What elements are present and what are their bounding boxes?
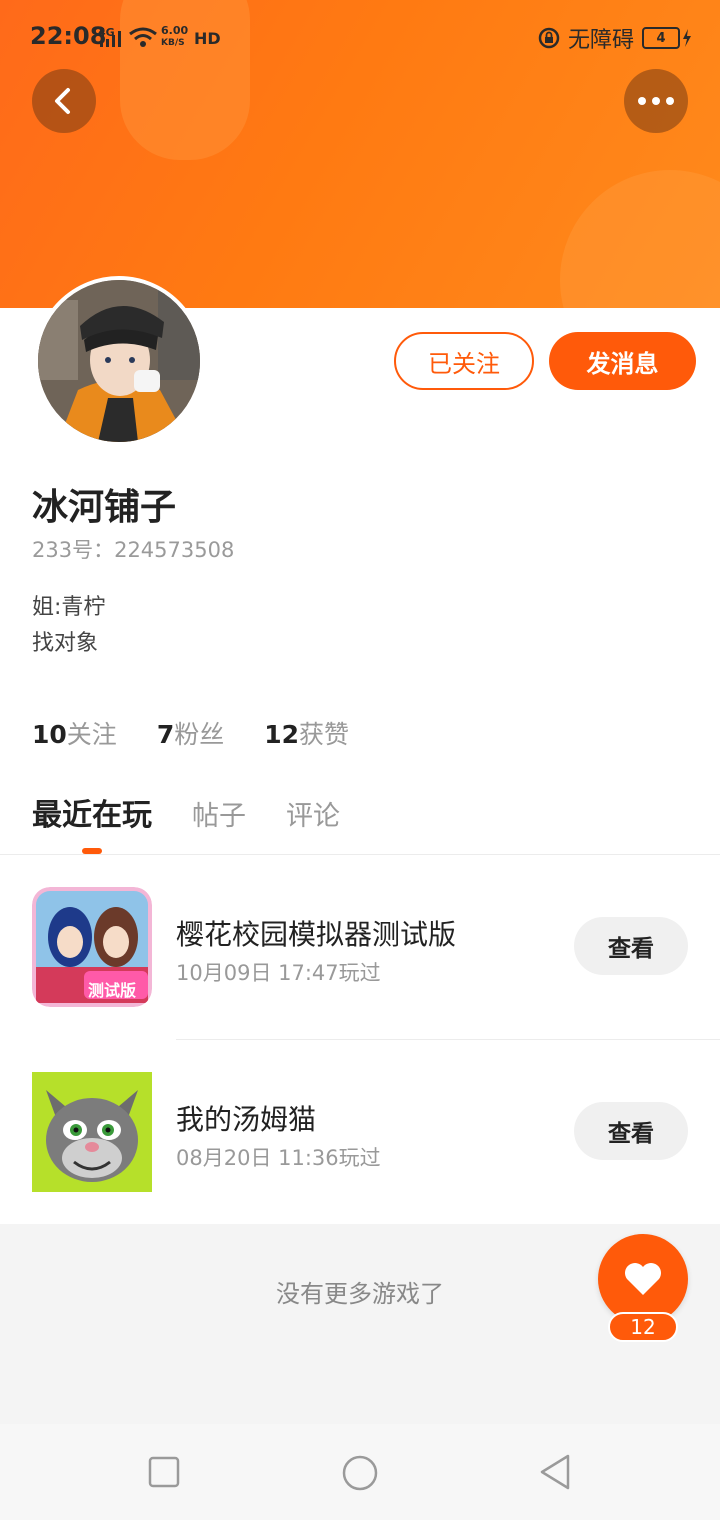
game-title: 我的汤姆猫 (176, 1103, 317, 1136)
divider (0, 854, 720, 855)
chevron-left-icon (55, 88, 70, 114)
profile-tabs: 最近在玩 帖子 评论 (32, 790, 340, 834)
user-avatar[interactable] (34, 276, 204, 446)
stat-following[interactable]: 10关注 (32, 715, 117, 751)
user-name: 冰河铺子 (32, 487, 177, 528)
more-options-button[interactable] (624, 69, 688, 133)
game-icon-tom-cat (32, 1072, 152, 1192)
game-list-item[interactable]: 我的汤姆猫 08月20日 11:36玩过 查看 (0, 1072, 720, 1192)
stat-count: 10 (32, 720, 67, 749)
user-id: 233号：224573508 (32, 538, 235, 562)
heart-icon (625, 1263, 661, 1295)
signal-icon (100, 31, 121, 47)
battery-indicator: 4 (642, 27, 680, 49)
profile-header-banner: 22:08 4G 6.00 KB/S HD 无障碍 4 (0, 0, 720, 308)
hd-badge: HD (194, 29, 221, 48)
followed-button[interactable]: 已关注 (394, 332, 534, 390)
charging-icon (683, 29, 691, 47)
stat-count: 12 (264, 720, 300, 749)
game-played-time: 08月20日 11:36玩过 (176, 1146, 381, 1170)
tab-recent-games[interactable]: 最近在玩 (32, 790, 152, 834)
stat-label: 粉丝 (174, 720, 225, 749)
view-game-button[interactable]: 查看 (574, 917, 688, 975)
tab-posts[interactable]: 帖子 (192, 794, 246, 833)
game-title: 樱花校园模拟器测试版 (176, 918, 457, 951)
recent-apps-icon[interactable] (148, 1456, 180, 1488)
stat-label: 关注 (66, 720, 117, 749)
user-bio: 姐:青柠 找对象 (32, 590, 105, 662)
like-count: 12 (608, 1312, 678, 1342)
game-list-item[interactable]: 测试版 樱花校园模拟器测试版 10月09日 17:47玩过 查看 (0, 887, 720, 1007)
system-navigation-bar (0, 1424, 720, 1520)
divider (176, 1039, 720, 1040)
home-icon[interactable] (341, 1454, 379, 1492)
lock-rotation-icon (538, 27, 560, 49)
wifi-icon (129, 27, 157, 47)
bio-line: 找对象 (32, 631, 99, 656)
game-played-time: 10月09日 17:47玩过 (176, 961, 381, 985)
send-message-button[interactable]: 发消息 (549, 332, 696, 390)
stat-followers[interactable]: 7粉丝 (157, 715, 224, 751)
back-button[interactable] (32, 69, 96, 133)
more-dots-icon (638, 97, 674, 105)
accessibility-label: 无障碍 (567, 28, 634, 53)
status-right-group: 无障碍 4 (538, 22, 692, 54)
game-icon-badge: 测试版 (88, 981, 137, 1000)
net-speed-unit: KB/S (161, 38, 185, 48)
tab-comments[interactable]: 评论 (286, 794, 340, 833)
like-button[interactable] (598, 1234, 688, 1324)
stat-likes[interactable]: 12获赞 (264, 715, 349, 751)
status-time: 22:08 (30, 22, 107, 50)
stat-label: 获赞 (299, 720, 350, 749)
bio-line: 姐:青柠 (32, 595, 106, 620)
net-speed-value: 6.00 (161, 24, 189, 37)
profile-stats: 10关注 7粉丝 12获赞 (32, 715, 349, 751)
back-nav-icon[interactable] (538, 1453, 572, 1491)
header-decoration (560, 170, 720, 308)
view-game-button[interactable]: 查看 (574, 1102, 688, 1160)
game-icon-sakura: 测试版 (32, 887, 152, 1007)
stat-count: 7 (156, 720, 175, 749)
status-bar: 22:08 4G 6.00 KB/S HD 无障碍 4 (0, 0, 720, 72)
